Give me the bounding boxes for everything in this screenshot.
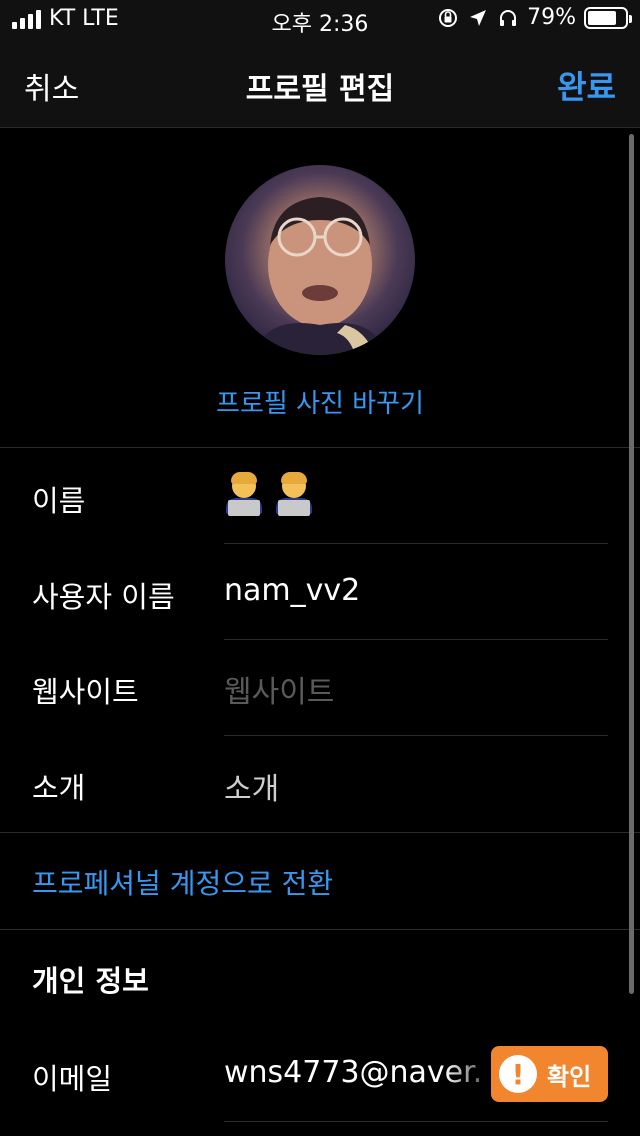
confirm-label: 확인 [547,1062,592,1091]
done-button[interactable]: 완료 [557,62,616,108]
orientation-lock-icon [439,8,458,27]
username-field[interactable]: nam_vv2 [224,573,360,608]
scrollbar[interactable] [629,134,634,994]
divider [224,543,608,544]
nav-bar: 취소 프로필 편집 완료 [0,40,640,128]
divider [0,929,640,930]
confirm-email-button[interactable]: ! 확인 [491,1046,608,1102]
website-field[interactable]: 웹사이트 [224,667,334,711]
avatar-photo [255,197,385,355]
technologist-emoji-icon [224,472,264,516]
status-right: 79% [437,5,632,30]
divider [224,1121,608,1122]
change-photo-button[interactable]: 프로필 사진 바꾸기 [0,383,640,420]
bio-label: 소개 [32,771,86,805]
avatar[interactable] [225,165,415,355]
page-title: 프로필 편집 [245,72,395,107]
email-label: 이메일 [32,1062,113,1096]
location-arrow-icon [470,9,487,26]
private-info-title: 개인 정보 [32,964,149,998]
name-field[interactable] [224,472,314,516]
battery-fill [588,10,617,25]
website-label: 웹사이트 [32,675,139,709]
divider [224,639,608,640]
divider [0,447,640,448]
battery-icon [584,6,632,29]
divider [0,832,640,833]
status-bar: KT LTE 오후 2:36 79% [0,0,640,40]
bio-field[interactable]: 소개 [224,764,279,808]
switch-professional-account-button[interactable]: 프로페셔널 계정으로 전환 [32,862,333,902]
technologist-emoji-icon [274,472,314,516]
name-label: 이름 [32,484,86,518]
headphones-icon [500,9,517,26]
alert-icon: ! [499,1055,537,1093]
username-label: 사용자 이름 [32,580,175,614]
divider [224,735,608,736]
battery-percent: 79% [527,5,576,30]
